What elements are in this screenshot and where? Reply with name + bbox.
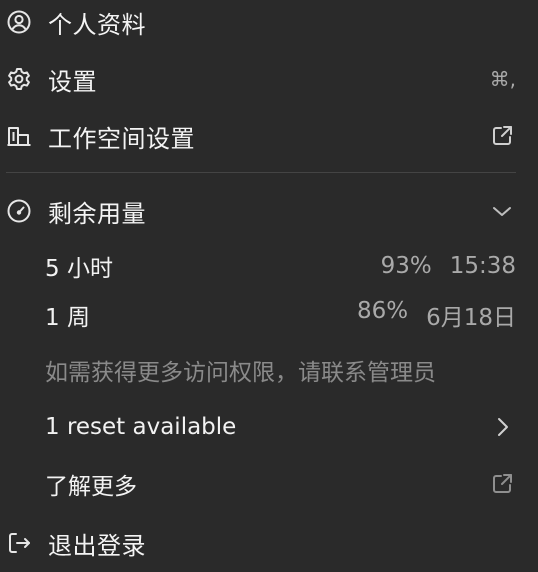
usage-percent: 93% bbox=[380, 253, 432, 279]
usage-period: 1 周 bbox=[45, 305, 90, 331]
keyboard-shortcut: ⌘, bbox=[489, 67, 516, 91]
menu-item-settings[interactable]: 设置 ⌘, bbox=[0, 60, 538, 98]
usage-row-1w: 1 周 86% 6月18日 bbox=[0, 297, 538, 333]
menu-item-usage[interactable]: 剩余用量 bbox=[0, 192, 538, 230]
menu-item-label: 退出登录 bbox=[48, 531, 146, 560]
usage-row-5h: 5 小时 93% 15:38 bbox=[0, 248, 538, 284]
usage-stats: 86% 6月18日 bbox=[357, 298, 516, 332]
chevron-down-icon bbox=[490, 199, 514, 223]
menu-item-label: 了解更多 bbox=[45, 474, 137, 500]
menu-item-learn-more[interactable]: 了解更多 bbox=[0, 465, 538, 503]
usage-stats: 93% 15:38 bbox=[381, 253, 516, 279]
menu-item-reset-available[interactable]: 1 reset available bbox=[0, 408, 538, 446]
usage-hint-text: 如需获得更多访问权限，请联系管理员 bbox=[45, 360, 436, 386]
chevron-right-icon bbox=[490, 415, 514, 439]
menu-divider bbox=[6, 172, 516, 173]
usage-percent: 86% bbox=[356, 298, 409, 324]
usage-hint: 如需获得更多访问权限，请联系管理员 bbox=[0, 352, 538, 388]
menu-item-label: 个人资料 bbox=[48, 10, 146, 39]
usage-period: 5 小时 bbox=[45, 256, 113, 282]
menu-item-workspace-settings[interactable]: 工作空间设置 bbox=[0, 117, 538, 155]
account-menu: 个人资料 设置 ⌘, 工作空间设置 剩余用量 5 小时 93% 15:38 1 … bbox=[0, 0, 538, 572]
logout-icon bbox=[6, 530, 32, 556]
external-link-icon bbox=[490, 124, 514, 148]
menu-item-label: 工作空间设置 bbox=[48, 124, 195, 153]
usage-reset-time: 6月18日 bbox=[426, 305, 516, 331]
reset-available-label: 1 reset available bbox=[45, 414, 237, 440]
external-link-icon bbox=[490, 472, 514, 496]
gauge-icon bbox=[6, 198, 32, 224]
usage-reset-time: 15:38 bbox=[449, 253, 516, 279]
menu-item-label: 设置 bbox=[48, 67, 97, 96]
building-icon bbox=[6, 123, 32, 149]
menu-item-logout[interactable]: 退出登录 bbox=[0, 524, 538, 562]
menu-item-label: 剩余用量 bbox=[48, 199, 146, 228]
gear-icon bbox=[6, 66, 32, 92]
menu-item-profile[interactable]: 个人资料 bbox=[0, 4, 538, 40]
user-circle-icon bbox=[6, 9, 32, 35]
